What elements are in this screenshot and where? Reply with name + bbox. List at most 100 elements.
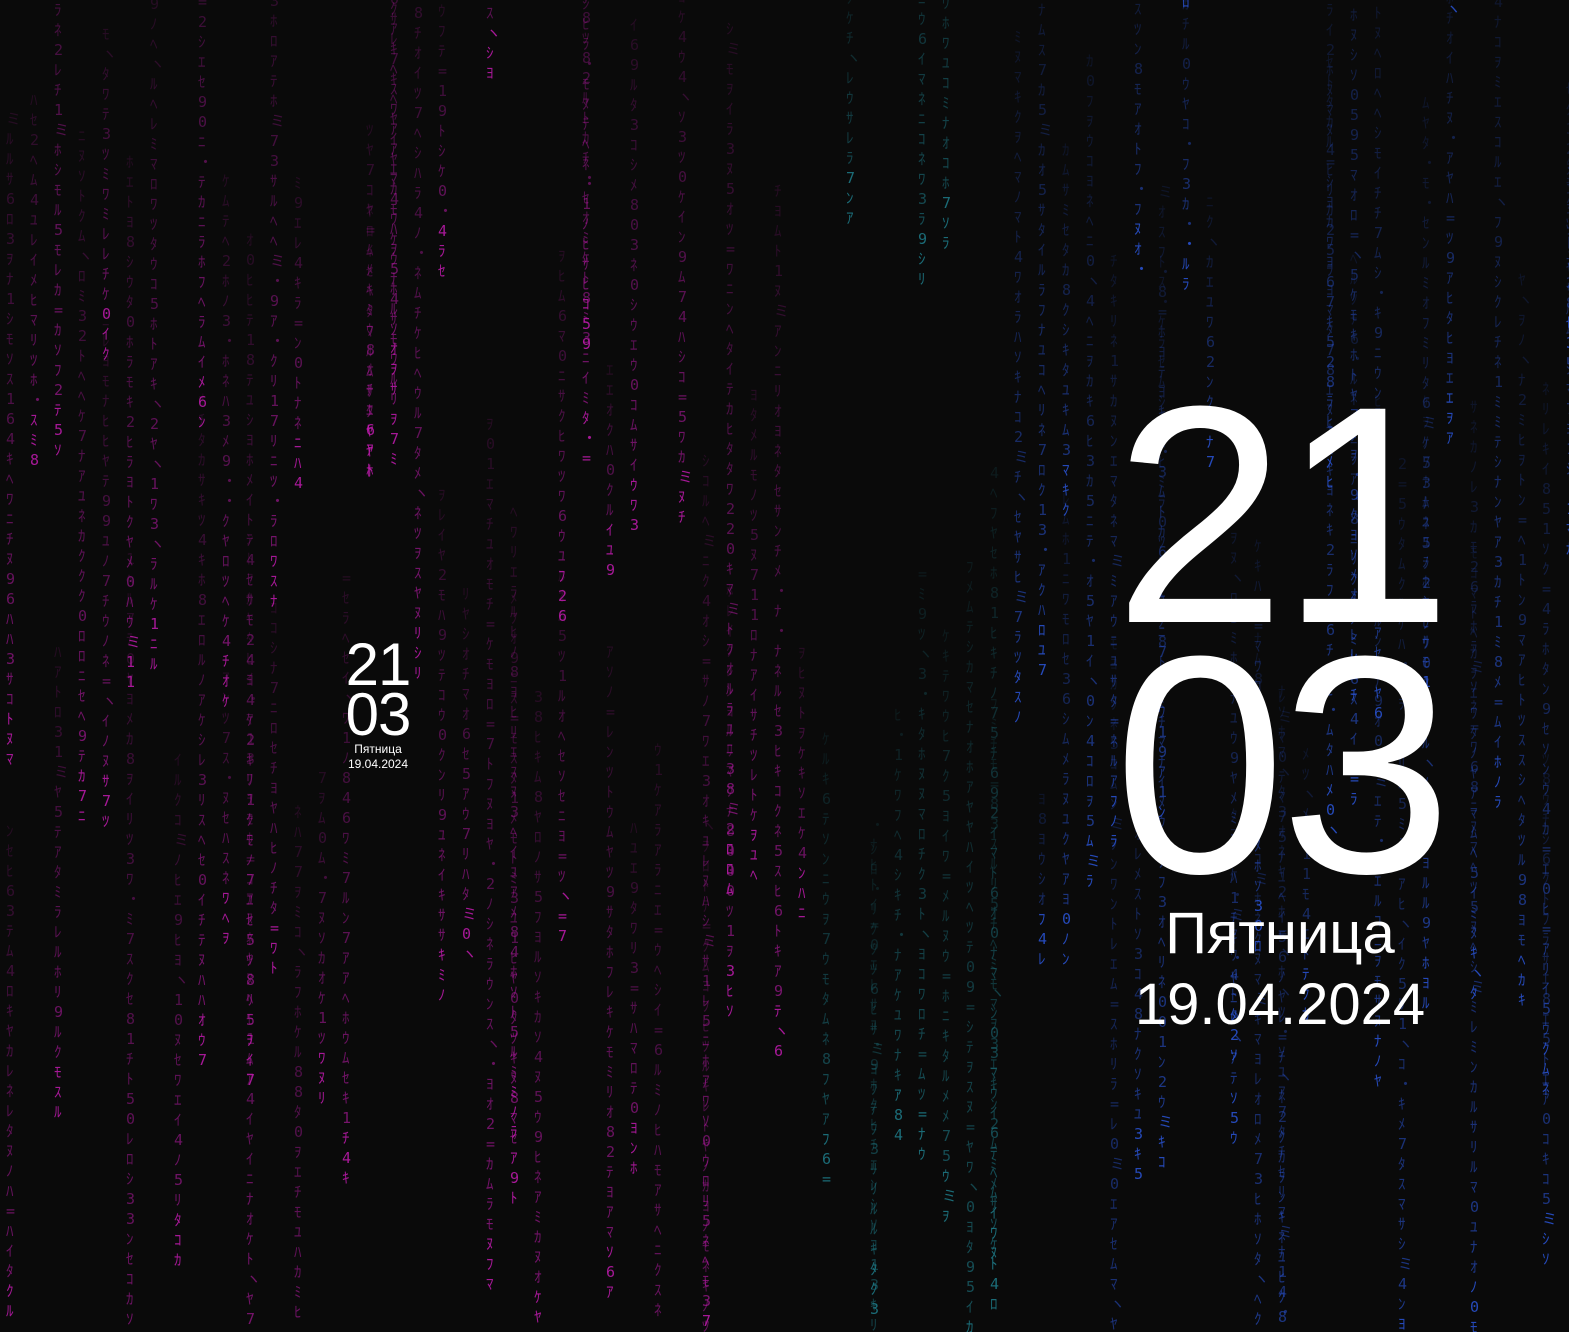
rain-glyph: ﾈ xyxy=(822,1030,830,1048)
rain-glyph: ﾝ xyxy=(1086,712,1094,730)
rain-glyph: ﾇ xyxy=(918,785,926,803)
rain-glyph: ﾅ xyxy=(1494,13,1502,31)
rain-glyph: ﾔ xyxy=(1446,169,1454,187)
rain-glyph: ｹ xyxy=(534,1288,542,1306)
rain-glyph: 7 xyxy=(462,825,471,843)
rain-glyph: ﾇ xyxy=(6,730,14,748)
rain-glyph: 5 xyxy=(54,421,63,439)
rain-glyph: ｿ xyxy=(1230,1089,1238,1107)
rain-glyph: ・ xyxy=(414,244,429,262)
rain-glyph: ﾑ xyxy=(366,241,374,259)
rain-glyph: ｷ xyxy=(894,886,902,904)
rain-glyph: ﾝ xyxy=(126,1230,134,1248)
rain-glyph: ｻ xyxy=(1470,398,1478,416)
rain-glyph: ﾂ xyxy=(222,709,230,727)
rain-glyph: ﾑ xyxy=(318,849,326,867)
rain-glyph: 4 xyxy=(1086,732,1095,750)
rain-glyph: 7 xyxy=(1038,441,1047,459)
rain-glyph: ｿ xyxy=(1470,678,1478,696)
rain-glyph: ｺ xyxy=(438,686,446,704)
rain-glyph: ｼ xyxy=(1038,870,1046,888)
rain-glyph: ｶ xyxy=(1494,573,1502,591)
rain-glyph: ﾍ xyxy=(894,826,902,844)
rain-glyph: ヽ xyxy=(246,1270,261,1288)
rain-glyph: ﾗ xyxy=(654,861,662,879)
rain-glyph: ｽ xyxy=(1158,273,1166,291)
rain-glyph: ﾜ xyxy=(174,1071,182,1089)
rain-glyph: ﾛ xyxy=(726,840,734,858)
rain-glyph: 0 xyxy=(966,1198,975,1216)
rain-glyph: ﾔ xyxy=(1422,114,1430,132)
rain-glyph: ﾕ xyxy=(726,720,734,738)
rain-glyph: ﾂ xyxy=(966,918,974,936)
rain-glyph: ﾈ xyxy=(486,935,494,953)
rain-glyph: ｵ xyxy=(1038,161,1046,179)
rain-glyph: ﾔ xyxy=(1374,1072,1382,1090)
rain-glyph: ﾑ xyxy=(966,598,974,616)
rain-glyph: 3 xyxy=(870,1276,879,1294)
clock-widget-large[interactable]: 21 03 Пятница 19.04.2024 xyxy=(1100,360,1460,1040)
rain-glyph: ﾕ xyxy=(1206,293,1214,311)
rain-glyph: ﾀ xyxy=(1062,361,1070,379)
rain-glyph: ｵ xyxy=(702,612,710,630)
rain-glyph: 4 xyxy=(1542,600,1551,618)
rain-glyph: ｱ xyxy=(270,52,278,70)
rain-glyph: ﾍ xyxy=(198,831,206,849)
rain-glyph: ﾄ xyxy=(798,704,806,722)
rain-glyph: ﾃ xyxy=(438,42,446,60)
clock-widget-small[interactable]: 21 03 Пятница 19.04.2024 xyxy=(338,635,418,772)
rain-glyph: ｽ xyxy=(1014,688,1022,706)
rain-glyph: ﾖ xyxy=(918,945,926,963)
rain-glyph: ｼ xyxy=(126,1170,134,1188)
rain-glyph: ﾜ xyxy=(558,487,566,505)
rain-glyph: ｻ xyxy=(1470,1118,1478,1136)
rain-glyph: ﾙ xyxy=(1518,851,1526,869)
rain-glyph: ﾇ xyxy=(318,909,326,927)
rain-glyph: ｽ xyxy=(1494,113,1502,131)
rain-glyph: ﾃ xyxy=(198,173,206,191)
rain-glyph: ﾖ xyxy=(270,779,278,797)
rain-glyph: 7 xyxy=(222,729,231,747)
rain-glyph: ﾖ xyxy=(1254,1050,1262,1068)
rain-glyph: ｸ xyxy=(390,0,398,18)
rain-glyph: ｲ xyxy=(438,866,446,884)
rain-glyph: ﾄ xyxy=(126,493,134,511)
rain-glyph: ﾑ xyxy=(678,268,686,286)
rain-glyph: ｵ xyxy=(246,231,254,249)
rain-glyph: ｲ xyxy=(30,251,38,269)
rain-glyph: ｵ xyxy=(1086,572,1094,590)
rain-glyph: ﾖ xyxy=(486,64,494,82)
rain-glyph: 7 xyxy=(414,424,423,442)
rain-glyph: ﾀ xyxy=(630,899,638,917)
rain-glyph: ｦ xyxy=(966,1058,974,1076)
rain-glyph: ｳ xyxy=(918,10,926,28)
rain-glyph: ﾅ xyxy=(870,836,878,854)
rain-glyph: ｸ xyxy=(1278,1128,1286,1146)
rain-glyph: ﾏ xyxy=(990,1064,998,1082)
rain-glyph: = xyxy=(1518,511,1527,529)
rain-glyph: ｴ xyxy=(702,752,710,770)
rain-glyph: 2 xyxy=(582,69,591,87)
rain-glyph: ﾖ xyxy=(606,1183,614,1201)
rain-glyph: 4 xyxy=(1086,292,1095,310)
rain-glyph: 1 xyxy=(438,82,447,100)
rain-glyph: ﾔ xyxy=(102,452,110,470)
rain-glyph: ﾑ xyxy=(1062,161,1070,179)
rain-glyph: ﾍ xyxy=(342,989,350,1007)
rain-glyph: ﾒ xyxy=(126,710,134,728)
rain-glyph: ﾓ xyxy=(1470,1318,1478,1332)
rain-glyph: ｵ xyxy=(1254,1090,1262,1108)
rain-glyph: ﾍ xyxy=(1470,858,1478,876)
rain-glyph: ﾐ xyxy=(102,165,110,183)
rain-glyph: ｼ xyxy=(54,161,62,179)
rain-glyph: ﾃ xyxy=(6,922,14,940)
rain-glyph: ﾆ xyxy=(822,870,830,888)
rain-glyph: ｵ xyxy=(774,402,782,420)
rain-glyph: ﾜ xyxy=(630,496,638,514)
rain-glyph: ﾂ xyxy=(966,878,974,896)
rain-glyph: ﾙ xyxy=(606,501,614,519)
rain-glyph: ﾗ xyxy=(270,512,278,530)
rain-glyph: ｿ xyxy=(6,350,14,368)
rain-glyph: ﾇ xyxy=(6,550,14,568)
rain-glyph: ｵ xyxy=(390,340,398,358)
